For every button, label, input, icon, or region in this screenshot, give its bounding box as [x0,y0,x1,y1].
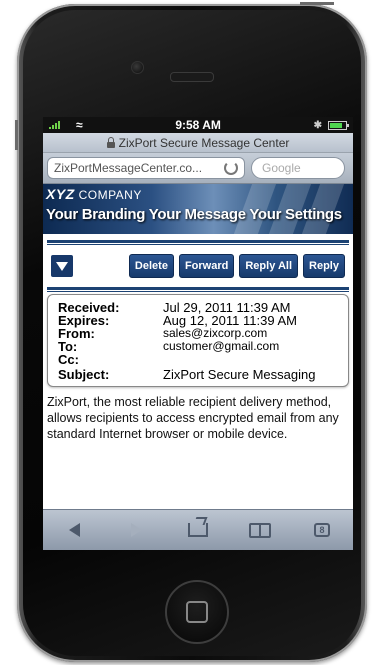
url-text: ZixPortMessageCenter.co... [54,161,203,175]
address-bar: ZixPortMessageCenter.co... Google [43,153,353,184]
browser-navbar: 8 [43,509,353,550]
signal-icon [49,121,60,129]
forward-arrow-icon [130,523,142,537]
tabs-button[interactable]: 8 [302,515,342,545]
forward-nav-button[interactable] [116,515,156,545]
divider [47,287,349,290]
reply-button[interactable]: Reply [303,254,345,278]
status-bar: ≈ 9:58 AM ✱ [43,117,353,133]
tabs-icon: 8 [314,523,330,537]
company-banner: XYZ COMPANY Your Branding Your Message Y… [43,184,353,234]
header-row-cc: Cc: [58,352,79,367]
home-button[interactable] [165,580,229,644]
search-placeholder: Google [262,161,301,175]
header-row-to: To: customer@gmail.com [58,339,280,354]
volume-button [15,120,18,150]
message-header-box: Received: Jul 29, 2011 11:39 AM Expires:… [47,294,349,387]
divider [47,240,349,243]
wifi-icon: ≈ [76,118,83,132]
banner-tagline: Your Branding Your Message Your Settings [46,206,342,223]
company-logo: XYZ COMPANY [46,186,142,202]
share-button[interactable] [178,515,218,545]
back-button[interactable] [54,515,94,545]
bookmarks-button[interactable] [240,515,280,545]
phone-screen: ≈ 9:58 AM ✱ ZixPort Secure Message Cente… [43,117,353,550]
camera-icon [131,61,144,74]
message-body: ZixPort, the most reliable recipient del… [47,395,339,441]
power-button [300,2,334,5]
reload-icon[interactable] [224,161,238,175]
menu-dropdown-button[interactable] [51,255,73,277]
book-icon [249,522,271,538]
home-square-icon [186,601,208,623]
divider [47,291,349,292]
url-field[interactable]: ZixPortMessageCenter.co... [47,157,245,179]
reply-all-button[interactable]: Reply All [239,254,299,278]
search-input[interactable]: Google [251,157,345,179]
back-arrow-icon [68,523,80,537]
page-title: ZixPort Secure Message Center [118,135,290,150]
share-icon [188,523,208,537]
lock-icon [106,136,115,148]
header-row-subject: Subject: ZixPort Secure Messaging [58,367,316,382]
status-time: 9:58 AM [175,118,221,132]
delete-button[interactable]: Delete [128,254,174,278]
browser-title-bar: ZixPort Secure Message Center [43,133,353,153]
battery-icon [328,120,349,130]
speaker-grille [170,72,214,82]
forward-button[interactable]: Forward [178,254,235,278]
bluetooth-icon: ✱ [313,119,322,131]
chevron-down-icon [56,261,68,271]
message-toolbar: Delete Forward Reply All Reply [43,245,353,287]
